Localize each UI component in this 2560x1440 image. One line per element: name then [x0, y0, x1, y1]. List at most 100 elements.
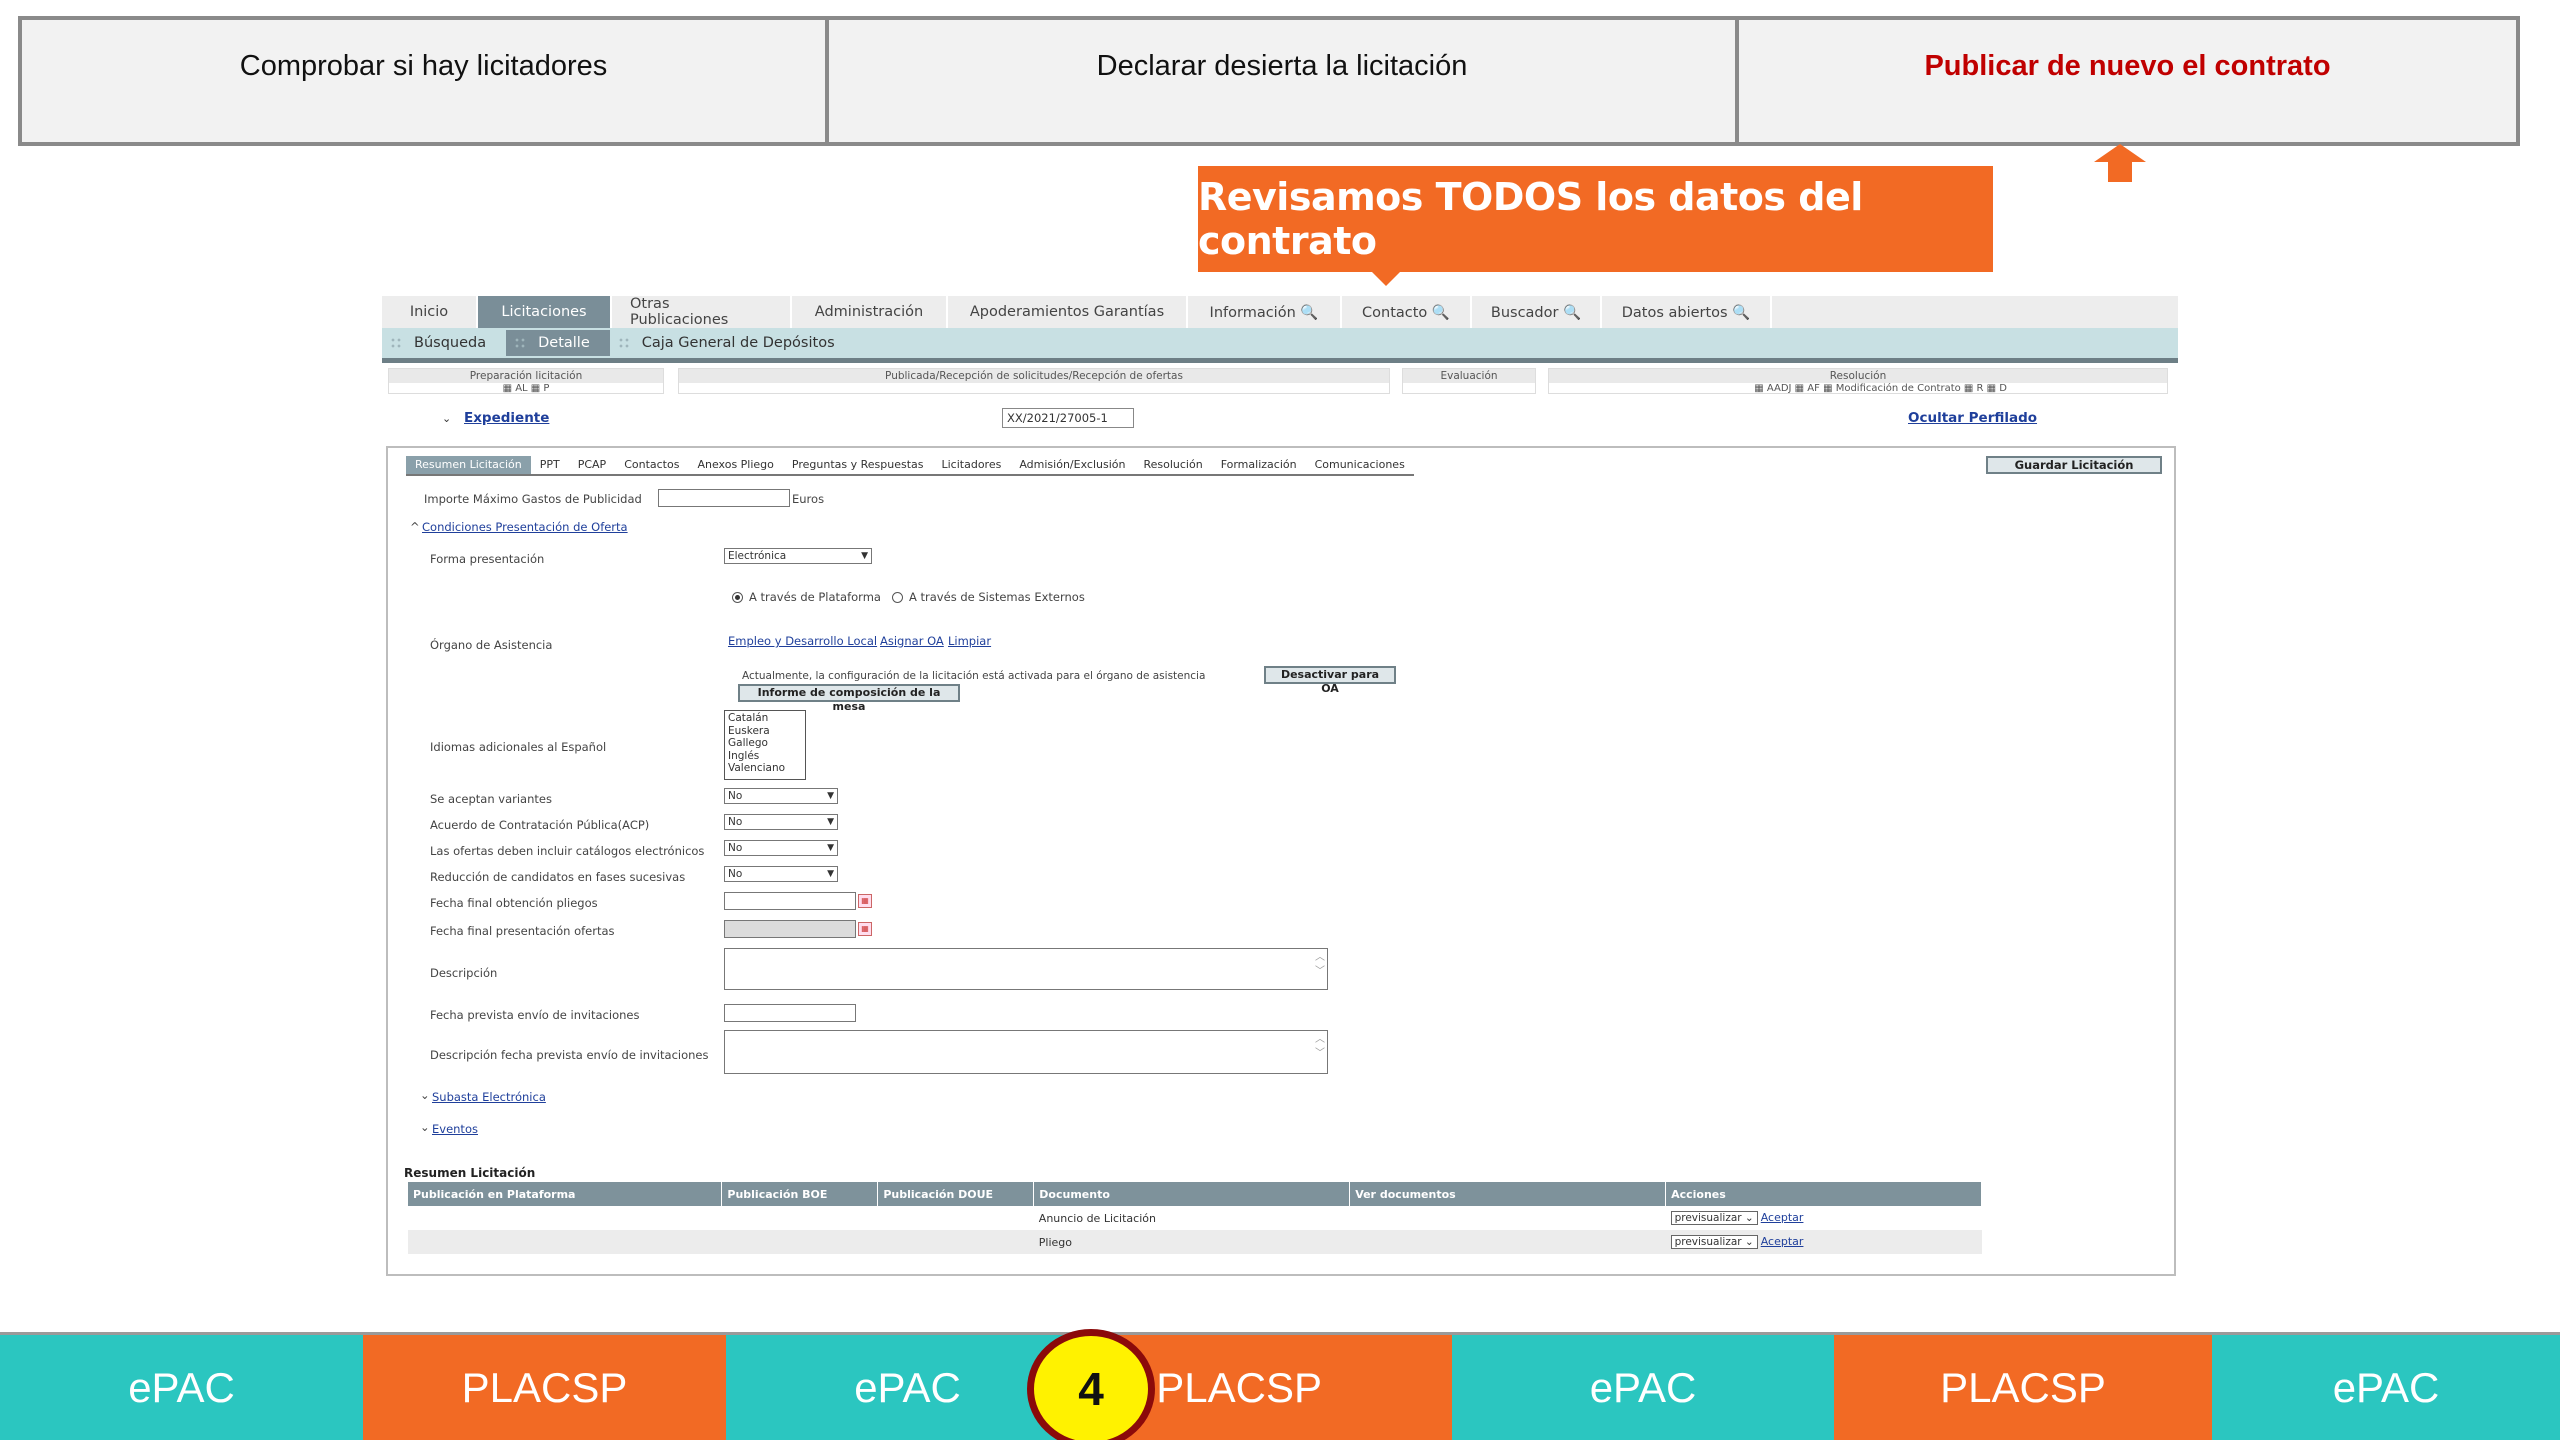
tab-admision[interactable]: Admisión/Exclusión	[1010, 456, 1134, 474]
reduccion-select[interactable]: No ▼	[724, 866, 838, 882]
chevron-down-icon[interactable]: ⌄	[420, 1120, 430, 1134]
tab-ppt[interactable]: PPT	[531, 456, 569, 474]
tab-preguntas[interactable]: Preguntas y Respuestas	[783, 456, 933, 474]
phase-title: Resolución	[1829, 370, 1887, 382]
asignar-oa-link[interactable]: Asignar OA	[880, 634, 944, 648]
importe-input[interactable]	[658, 489, 790, 507]
segment-epac: ePAC	[1452, 1335, 1834, 1440]
previsualizar-select[interactable]: previsualizar ⌄	[1670, 1235, 1758, 1249]
detail-tabs: Resumen Licitación PPT PCAP Contactos An…	[406, 456, 1414, 476]
fecha-pliegos-input[interactable]	[724, 892, 856, 910]
menu-contacto[interactable]: Contacto 🔍	[1342, 296, 1472, 328]
list-item[interactable]: Valenciano	[728, 762, 802, 775]
process-steps-table: Comprobar si hay licitadores Declarar de…	[18, 16, 2520, 146]
slide: Comprobar si hay licitadores Declarar de…	[0, 0, 2560, 1440]
list-item[interactable]: Gallego	[728, 737, 802, 750]
grip-icon	[390, 337, 402, 349]
fecha-invitaciones-label: Fecha prevista envío de invitaciones	[430, 1008, 640, 1022]
tab-resolucion[interactable]: Resolución	[1134, 456, 1211, 474]
resumen-licitacion-title: Resumen Licitación	[404, 1166, 536, 1180]
table-row: Anuncio de Licitación previsualizar ⌄ Ace…	[408, 1206, 1982, 1230]
aceptar-link[interactable]: Aceptar	[1761, 1235, 1804, 1248]
phase-resolucion: Resolución ▦ AADJ ▦ AF ▦ Modificación de …	[1548, 368, 2168, 394]
menu-inicio[interactable]: Inicio	[382, 296, 478, 328]
menu-apoderamientos[interactable]: Apoderamientos Garantías	[948, 296, 1188, 328]
menu-administracion[interactable]: Administración	[792, 296, 948, 328]
menu-licitaciones[interactable]: Licitaciones	[478, 296, 612, 328]
segment-epac: ePAC	[2212, 1335, 2560, 1440]
list-item[interactable]: Catalán	[728, 712, 802, 725]
submenu-caja-label: Caja General de Depósitos	[641, 335, 835, 351]
expediente-number-field[interactable]: XX/2021/27005-1	[1002, 408, 1134, 428]
sub-menu: Búsqueda Detalle Caja General de Depósit…	[382, 328, 2178, 358]
menu-informacion[interactable]: Información 🔍	[1188, 296, 1342, 328]
tab-pcap[interactable]: PCAP	[569, 456, 615, 474]
step-declarar-desierta: Declarar desierta la licitación	[829, 20, 1739, 142]
submenu-detalle[interactable]: Detalle	[506, 330, 610, 356]
chevron-down-icon: ▼	[827, 791, 834, 801]
acp-select[interactable]: No ▼	[724, 814, 838, 830]
table-cell	[408, 1230, 722, 1254]
chevron-down-icon: ▼	[827, 843, 834, 853]
tab-formalizacion[interactable]: Formalización	[1212, 456, 1306, 474]
calendar-icon[interactable]: ▦	[858, 922, 872, 936]
tab-contactos[interactable]: Contactos	[615, 456, 688, 474]
eventos-link[interactable]: Eventos	[432, 1122, 478, 1136]
variantes-select[interactable]: No ▼	[724, 788, 838, 804]
radio-sistemas-externos[interactable]: A través de Sistemas Externos	[892, 590, 1085, 604]
placsp-app-window: Inicio Licitaciones Otras Publicaciones …	[382, 296, 2178, 1276]
organo-empleo-link[interactable]: Empleo y Desarrollo Local	[728, 634, 877, 648]
table-cell: previsualizar ⌄ Aceptar	[1666, 1206, 1982, 1230]
radio-plataforma[interactable]: A través de Plataforma	[732, 590, 881, 604]
column-header: Documento	[1033, 1182, 1351, 1206]
select-value: No	[728, 816, 743, 828]
fecha-invitaciones-input[interactable]	[724, 1004, 856, 1022]
condiciones-link[interactable]: Condiciones Presentación de Oferta	[422, 520, 628, 534]
informe-mesa-button[interactable]: Informe de composición de la mesa	[738, 684, 960, 713]
tab-comunicaciones[interactable]: Comunicaciones	[1306, 456, 1414, 474]
tab-licitadores[interactable]: Licitadores	[933, 456, 1011, 474]
descripcion-textarea[interactable]: ︿ ﹀	[724, 948, 1328, 990]
menu-datos-abiertos[interactable]: Datos abiertos 🔍	[1602, 296, 1772, 328]
grip-icon	[514, 337, 527, 349]
subasta-electronica-link[interactable]: Subasta Electrónica	[432, 1090, 546, 1104]
previsualizar-select[interactable]: previsualizar ⌄	[1670, 1211, 1758, 1225]
tab-anexos-pliego[interactable]: Anexos Pliego	[688, 456, 782, 474]
column-header: Ver documentos	[1349, 1182, 1667, 1206]
tab-resumen-licitacion[interactable]: Resumen Licitación	[406, 456, 531, 474]
select-value: Electrónica	[728, 550, 787, 562]
limpiar-link[interactable]: Limpiar	[948, 634, 991, 648]
scroll-arrows-icon: ︿ ﹀	[1315, 1034, 1325, 1059]
phase-preparacion: Preparación licitación ▦ AL ▦ P	[388, 368, 664, 394]
radio-label: A través de Plataforma	[749, 590, 881, 604]
menu-otras-publicaciones[interactable]: Otras Publicaciones	[612, 296, 792, 328]
catalogos-select[interactable]: No ▼	[724, 840, 838, 856]
desactivar-oa-button[interactable]: Desactivar para OA	[1264, 666, 1396, 695]
forma-presentacion-select[interactable]: Electrónica ▼	[724, 548, 872, 564]
submenu-caja-depositos[interactable]: Caja General de Depósitos	[610, 330, 855, 356]
chevron-down-icon[interactable]: ⌄	[420, 1088, 430, 1102]
submenu-busqueda-label: Búsqueda	[414, 335, 487, 351]
catalogos-label: Las ofertas deben incluir catálogos elec…	[430, 844, 705, 858]
menu-buscador[interactable]: Buscador 🔍	[1472, 296, 1602, 328]
expediente-link[interactable]: Expediente	[464, 410, 549, 426]
desc-fecha-invitaciones-textarea[interactable]: ︿ ﹀	[724, 1030, 1328, 1074]
process-bar: ePAC PLACSP ePAC PLACSP ePAC PLACSP ePAC	[0, 1332, 2560, 1440]
ocultar-perfilado-link[interactable]: Ocultar Perfilado	[1908, 410, 2037, 426]
importe-label: Importe Máximo Gastos de Publicidad	[424, 492, 642, 506]
list-item[interactable]: Inglés	[728, 750, 802, 763]
list-item[interactable]: Euskera	[728, 725, 802, 738]
guardar-licitacion-button[interactable]: Guardar Licitación	[1986, 456, 2162, 474]
chevron-down-icon[interactable]: ⌄	[442, 412, 451, 425]
chevron-up-icon[interactable]: ^	[410, 520, 420, 534]
phase-title: Preparación licitación	[469, 370, 583, 382]
submenu-busqueda[interactable]: Búsqueda	[382, 330, 506, 356]
idiomas-listbox[interactable]: Catalán Euskera Gallego Inglés Valencian…	[724, 710, 806, 780]
descripcion-label: Descripción	[430, 966, 498, 980]
table-cell	[408, 1206, 722, 1230]
grip-icon	[617, 337, 630, 349]
aceptar-link[interactable]: Aceptar	[1761, 1211, 1804, 1224]
calendar-icon[interactable]: ▦	[858, 894, 872, 908]
table-cell	[722, 1206, 878, 1230]
desc-fecha-invitaciones-label: Descripción fecha prevista envío de invi…	[430, 1048, 709, 1062]
